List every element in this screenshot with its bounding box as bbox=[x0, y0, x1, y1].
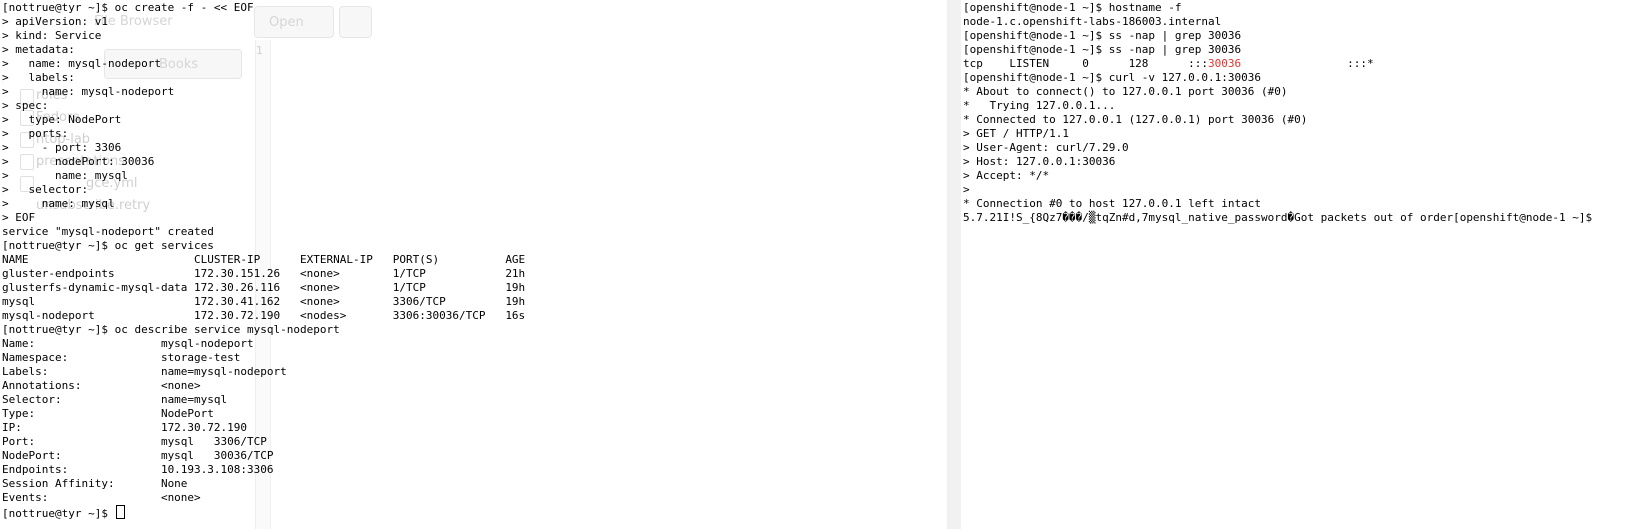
left-terminal-output: [nottrue@tyr ~]$ oc create -f - << EOF > … bbox=[2, 1, 525, 520]
left-terminal-line: Selector: name=mysql bbox=[2, 393, 228, 406]
left-terminal-line: Namespace: storage-test bbox=[2, 351, 241, 364]
left-terminal-line: mysql-nodeport 172.30.72.190 <nodes> 330… bbox=[2, 309, 526, 322]
right-terminal-lines-before: [openshift@node-1 ~]$ hostname -f node-1.… bbox=[963, 1, 1592, 57]
left-terminal-line: > name: mysql-nodeport bbox=[2, 85, 175, 98]
right-terminal-line: * About to connect() to 127.0.0.1 port 3… bbox=[963, 85, 1288, 98]
right-terminal-line: > Accept: */* bbox=[963, 169, 1050, 182]
right-terminal-line: > User-Agent: curl/7.29.0 bbox=[963, 141, 1129, 154]
left-prompt-line: [nottrue@tyr ~]$ bbox=[2, 505, 525, 520]
right-terminal-output: [openshift@node-1 ~]$ hostname -f node-1.… bbox=[963, 1, 1592, 225]
left-terminal-line: glusterfs-dynamic-mysql-data 172.30.26.1… bbox=[2, 281, 526, 294]
terminal-cursor bbox=[115, 505, 125, 519]
right-terminal[interactable]: [openshift@node-1 ~]$ hostname -f node-1.… bbox=[961, 0, 1630, 529]
left-terminal-line: mysql 172.30.41.162 <none> 3306/TCP 19h bbox=[2, 295, 526, 308]
right-terminal-line: [openshift@node-1 ~]$ ss -nap | grep 300… bbox=[963, 29, 1242, 42]
left-terminal-line: Name: mysql-nodeport bbox=[2, 337, 254, 350]
left-terminal-line: gluster-endpoints 172.30.151.26 <none> 1… bbox=[2, 267, 526, 280]
left-prompt: [nottrue@tyr ~]$ bbox=[2, 507, 115, 520]
left-terminal-line: NAME CLUSTER-IP EXTERNAL-IP PORT(S) AGE bbox=[2, 253, 526, 266]
left-terminal-line: NodePort: mysql 30036/TCP bbox=[2, 449, 274, 462]
right-terminal-line: * Connection #0 to host 127.0.0.1 left i… bbox=[963, 197, 1262, 210]
left-terminal-line: > apiVersion: v1 bbox=[2, 15, 108, 28]
right-terminal-line: [openshift@node-1 ~]$ ss -nap | grep 300… bbox=[963, 43, 1242, 56]
right-terminal-line: [openshift@node-1 ~]$ hostname -f bbox=[963, 1, 1182, 14]
left-terminal-line: service "mysql-nodeport" created bbox=[2, 225, 214, 238]
left-terminal-line: > name: mysql bbox=[2, 197, 115, 210]
left-terminal-line: IP: 172.30.72.190 bbox=[2, 421, 248, 434]
left-terminal-line: > name: mysql bbox=[2, 169, 128, 182]
right-terminal-line: 5.7.21I!S_{8Qz7���/▒tqZn#d,7mysql_native… bbox=[963, 211, 1593, 224]
right-terminal-line: > GET / HTTP/1.1 bbox=[963, 127, 1069, 140]
pane-divider[interactable] bbox=[947, 0, 961, 529]
left-terminal[interactable]: [nottrue@tyr ~]$ oc create -f - << EOF > … bbox=[0, 0, 947, 529]
ss-output-suffix: :::* bbox=[1241, 57, 1374, 70]
right-terminal-line: node-1.c.openshift-labs-186003.internal bbox=[963, 15, 1222, 28]
right-terminal-lines-after: [openshift@node-1 ~]$ curl -v 127.0.0.1:… bbox=[963, 71, 1592, 225]
left-terminal-line: > labels: bbox=[2, 71, 75, 84]
left-terminal-line: > name: mysql-nodeport bbox=[2, 57, 161, 70]
ss-output-line: tcp LISTEN 0 128 :::30036 :::* bbox=[963, 57, 1592, 71]
right-terminal-line: * Trying 127.0.0.1... bbox=[963, 99, 1116, 112]
ss-output-prefix: tcp LISTEN 0 128 ::: bbox=[963, 57, 1209, 70]
right-terminal-line: > bbox=[963, 183, 970, 196]
left-terminal-line: [nottrue@tyr ~]$ oc get services bbox=[2, 239, 214, 252]
left-terminal-line: > selector: bbox=[2, 183, 89, 196]
left-terminal-line: > kind: Service bbox=[2, 29, 102, 42]
left-terminal-line: > - port: 3306 bbox=[2, 141, 122, 154]
left-terminal-line: > EOF bbox=[2, 211, 36, 224]
right-terminal-line: [openshift@node-1 ~]$ curl -v 127.0.0.1:… bbox=[963, 71, 1262, 84]
right-terminal-line: > Host: 127.0.0.1:30036 bbox=[963, 155, 1116, 168]
left-terminal-line: [nottrue@tyr ~]$ oc describe service mys… bbox=[2, 323, 340, 336]
left-terminal-line: Session Affinity: None bbox=[2, 477, 188, 490]
left-terminal-line: Labels: name=mysql-nodeport bbox=[2, 365, 287, 378]
ss-output-port-highlight: 30036 bbox=[1208, 57, 1242, 70]
left-terminal-line: > ports: bbox=[2, 127, 69, 140]
left-terminal-line: Annotations: <none> bbox=[2, 379, 201, 392]
left-terminal-line: > type: NodePort bbox=[2, 113, 122, 126]
left-terminal-line: Type: NodePort bbox=[2, 407, 214, 420]
left-terminal-line: Port: mysql 3306/TCP bbox=[2, 435, 267, 448]
left-terminal-line: > spec: bbox=[2, 99, 49, 112]
left-terminal-line: Endpoints: 10.193.3.108:3306 bbox=[2, 463, 274, 476]
left-terminal-line: [nottrue@tyr ~]$ oc create -f - << EOF bbox=[2, 1, 254, 14]
left-terminal-line: > metadata: bbox=[2, 43, 75, 56]
left-terminal-line: Events: <none> bbox=[2, 491, 201, 504]
right-terminal-line: * Connected to 127.0.0.1 (127.0.0.1) por… bbox=[963, 113, 1308, 126]
left-terminal-lines: [nottrue@tyr ~]$ oc create -f - << EOF > … bbox=[2, 1, 525, 505]
left-terminal-line: > nodePort: 30036 bbox=[2, 155, 155, 168]
